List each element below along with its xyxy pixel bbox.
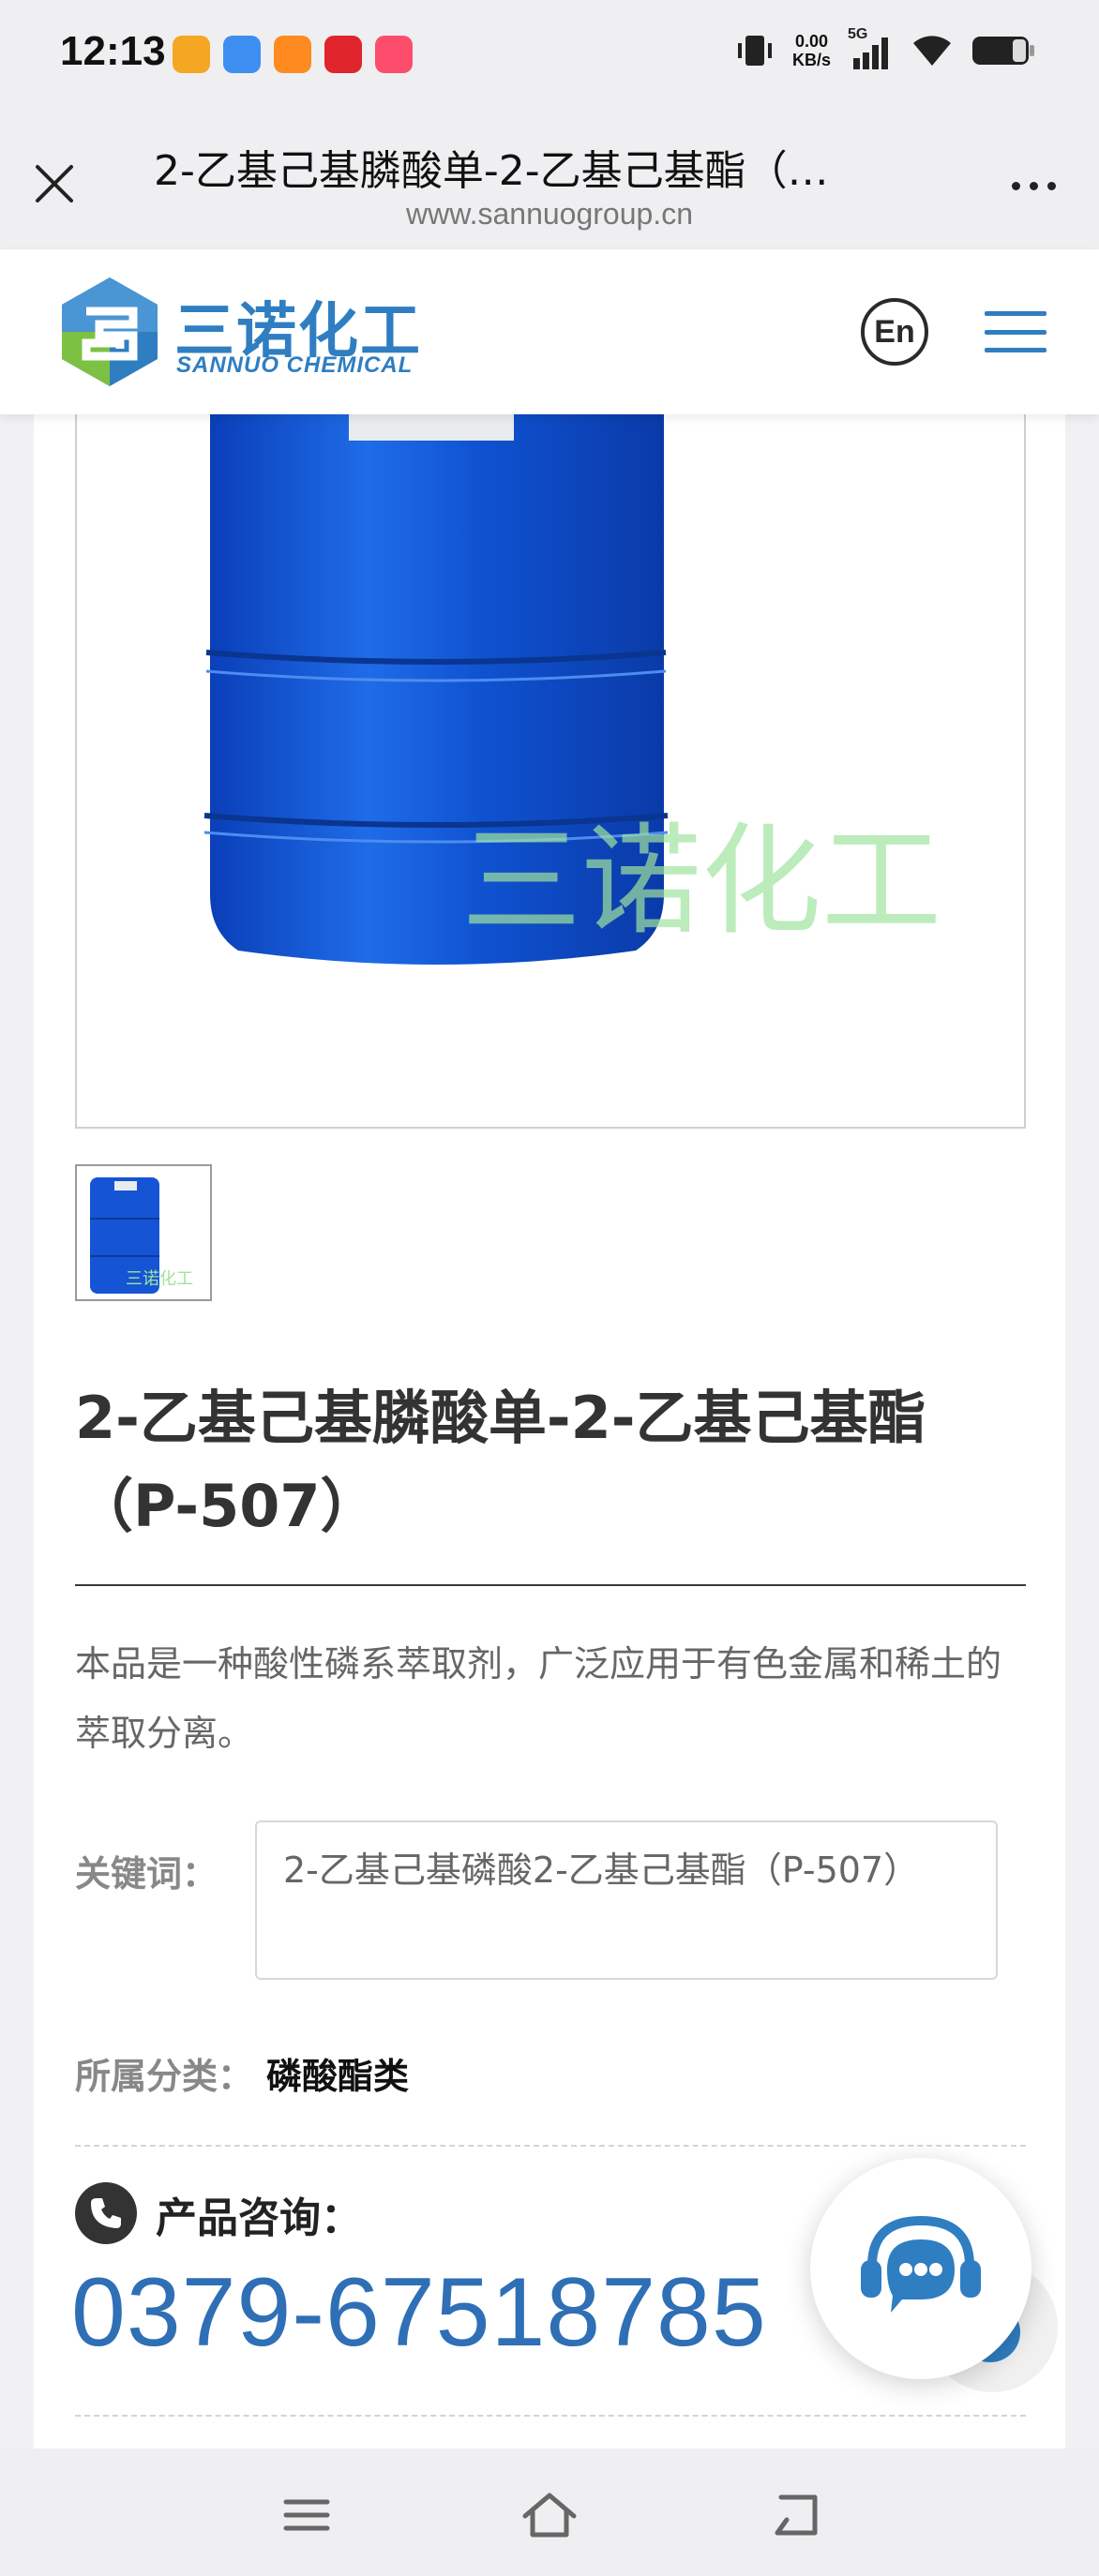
video-app-icon [375, 36, 413, 73]
wifi-icon [913, 36, 951, 66]
logo-mark-icon [62, 277, 158, 386]
more-icon-dot [1011, 181, 1020, 190]
more-icon-dot [1029, 181, 1038, 190]
menu-button[interactable] [985, 311, 1046, 352]
title-divider [75, 1584, 1026, 1586]
status-bar: 12:13 0.00 KB/s 5G [0, 0, 1099, 112]
logo-text-en: SANNUO CHEMICAL [176, 352, 414, 378]
drum-thumbnail-image: 三诺化工 [90, 1177, 193, 1294]
keywords-value: 2-乙基己基磷酸2-乙基己基酯（P-507） [255, 1820, 998, 1980]
home-button[interactable] [517, 2482, 582, 2548]
divider [75, 2145, 1026, 2147]
more-icon-dot [1046, 181, 1056, 190]
page-url[interactable]: www.sannuogroup.cn [0, 197, 1099, 232]
browser-app-icon [223, 36, 261, 73]
thumbnail-watermark: 三诺化工 [126, 1269, 193, 1289]
net-speed-unit: KB/s [791, 51, 831, 69]
net-speed: 0.00 KB/s [792, 32, 831, 69]
drum-image: 三诺化工 [203, 414, 941, 965]
consult-label: 产品咨询： [156, 2194, 362, 2242]
product-title: 2-乙基己基膦酸单-2-乙基己基酯（P-507） [75, 1384, 926, 1540]
category-link[interactable]: 磷酸酯类 [266, 2047, 409, 2099]
site-header: 三诺化工 SANNUO CHEMICAL En [0, 249, 1099, 414]
customer-service-icon [861, 2215, 981, 2313]
home-icon [522, 2493, 577, 2538]
notification-icons [173, 36, 413, 73]
menu-icon-bar [985, 329, 1046, 335]
product-thumbnail[interactable]: 三诺化工 [75, 1164, 212, 1301]
keywords-label: 关键词： [75, 1853, 218, 1895]
product-detail: 三诺化工 三诺化工 2-乙基己基膦酸单-2-乙基己基酯（P-507） 本品是一种… [34, 414, 1065, 2449]
net-speed-value: 0.00 [794, 32, 829, 51]
phone-icon [75, 2182, 137, 2244]
recent-apps-button[interactable] [274, 2482, 339, 2548]
watermark-text: 三诺化工 [461, 812, 941, 951]
status-time: 12:13 [60, 28, 166, 74]
customer-service-button[interactable] [810, 2158, 1031, 2379]
signal-icon: 5G [848, 26, 893, 71]
product-main-image[interactable]: 三诺化工 [75, 414, 1026, 1129]
status-right: 0.00 KB/s 5G [734, 26, 1035, 71]
back-icon [775, 2494, 818, 2536]
divider [75, 2415, 1026, 2417]
browser-bar: 2-乙基己基膦酸单-2-乙基己基酯（… www.sannuogroup.cn [0, 112, 1099, 249]
menu-icon-bar [985, 348, 1046, 352]
system-nav-bar [0, 2449, 1099, 2576]
language-switch-button[interactable]: En [861, 298, 928, 366]
category-label: 所属分类： [75, 2056, 254, 2097]
battery-icon [972, 37, 1034, 65]
menu-lines-icon [283, 2499, 330, 2531]
phone-number-link[interactable]: 0379-67518785 [71, 2257, 767, 2369]
page-title: 2-乙基己基膦酸单-2-乙基己基酯（… [154, 147, 829, 195]
back-button[interactable] [761, 2482, 827, 2548]
taobao-icon [274, 36, 311, 73]
menu-icon-bar [985, 311, 1046, 316]
product-description: 本品是一种酸性磷系萃取剂，广泛应用于有色金属和稀土的萃取分离。 [75, 1643, 1002, 1754]
vibrate-icon [737, 36, 772, 66]
more-button[interactable] [1005, 167, 1061, 204]
site-logo[interactable]: 三诺化工 SANNUO CHEMICAL [58, 274, 433, 390]
game-app-icon [324, 36, 362, 73]
weibo-icon [173, 36, 210, 73]
